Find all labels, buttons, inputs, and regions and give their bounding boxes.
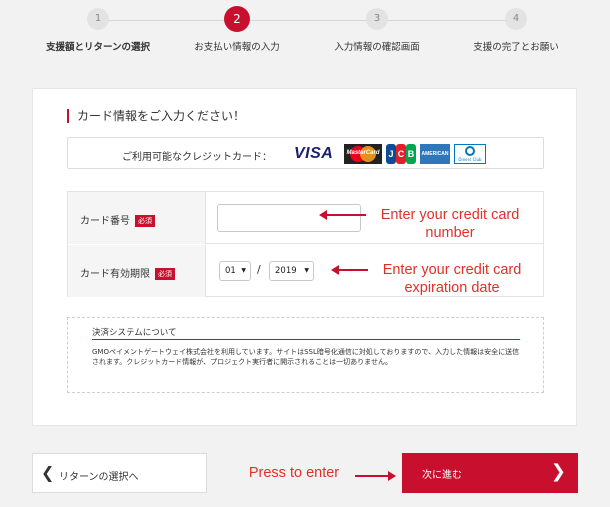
- expiry-year-select[interactable]: 2019 ▼: [269, 261, 314, 281]
- chevron-down-icon: ▼: [241, 267, 246, 274]
- expiry-year-value: 2019: [275, 266, 297, 276]
- step-4-number: 4: [505, 8, 527, 30]
- arrow-left-icon: [319, 210, 366, 220]
- step-1-number: 1: [87, 8, 109, 30]
- jcb-logo-c: C: [396, 144, 406, 164]
- diners-logo-icon: Diners Club: [454, 144, 486, 164]
- back-button[interactable]: ❮ リターンの選択へ: [32, 453, 207, 493]
- step-2-number: 2: [224, 6, 250, 32]
- card-number-label-wrap: カード番号 必須: [80, 212, 155, 227]
- card-number-label: カード番号: [80, 216, 130, 227]
- step-4-label: 支援の完了とお願い: [473, 42, 559, 53]
- submit-annotation: Press to enter: [248, 465, 340, 481]
- payment-system-info: 決済システムについて GMOペイメントゲートウェイ株式会社を利用しています。サイ…: [67, 317, 544, 393]
- step-3: 3 入力情報の確認画面: [302, 8, 452, 53]
- payment-card-panel: カード情報をご入力ください！ ご利用可能なクレジットカード： VISA Mast…: [32, 88, 577, 426]
- expiry-label-wrap: カード有効期限 必須: [80, 265, 175, 280]
- info-divider: [92, 339, 520, 340]
- accepted-cards-label: ご利用可能なクレジットカード：: [122, 152, 272, 163]
- arrow-right-icon: [355, 471, 396, 481]
- required-badge: 必須: [135, 215, 155, 227]
- jcb-logo-icon: J C B: [386, 144, 416, 164]
- info-body: GMOペイメントゲートウェイ株式会社を利用しています。サイトはSSL暗号化通信に…: [92, 348, 520, 366]
- step-4: 4 支援の完了とお願い: [441, 8, 591, 53]
- next-button-label: 次に進む: [422, 470, 462, 481]
- accepted-cards-box: ご利用可能なクレジットカード： VISA MasterCard J C B AM…: [67, 137, 544, 177]
- expiry-label-cell: カード有効期限 必須: [68, 245, 206, 297]
- step-2-label: お支払い情報の入力: [194, 42, 280, 53]
- mastercard-logo-icon: MasterCard: [344, 144, 382, 164]
- step-3-number: 3: [366, 8, 388, 30]
- card-logos: VISA MasterCard J C B AMERICAN EXPRESS D…: [294, 144, 486, 177]
- arrow-left-icon: [331, 265, 368, 275]
- chevron-down-icon: ▼: [304, 267, 309, 274]
- visa-logo-icon: VISA: [294, 145, 334, 162]
- card-number-label-cell: カード番号 必須: [68, 192, 206, 244]
- amex-logo-icon: AMERICAN EXPRESS: [420, 144, 450, 177]
- diners-logo-text: Diners Club: [458, 157, 482, 162]
- step-3-label: 入力情報の確認画面: [334, 42, 420, 53]
- step-2: 2 お支払い情報の入力: [162, 6, 312, 53]
- progress-stepper: 1 支援額とリターンの選択 2 お支払い情報の入力 3 入力情報の確認画面 4 …: [0, 0, 610, 70]
- step-1-label: 支援額とリターンの選択: [45, 42, 151, 53]
- expiry-label: カード有効期限: [80, 269, 150, 280]
- expiry-month-select[interactable]: 01 ▼: [219, 261, 251, 281]
- required-badge: 必須: [155, 268, 175, 280]
- expiry-separator: /: [257, 263, 261, 276]
- mastercard-logo-text: MasterCard: [346, 150, 380, 156]
- jcb-logo-j: J: [386, 144, 396, 164]
- next-button[interactable]: 次に進む ❯: [402, 453, 578, 493]
- info-title: 決済システムについて: [92, 328, 177, 338]
- card-number-annotation: Enter your credit card number: [380, 207, 520, 241]
- back-button-label: リターンの選択へ: [59, 472, 139, 483]
- section-title: カード情報をご入力ください！: [67, 109, 245, 123]
- expiry-month-value: 01: [225, 266, 236, 276]
- chevron-right-icon: ❯: [550, 461, 566, 482]
- chevron-left-icon: ❮: [41, 463, 55, 482]
- step-1: 1 支援額とリターンの選択: [23, 8, 173, 53]
- jcb-logo-b: B: [406, 144, 416, 164]
- card-number-input[interactable]: [217, 204, 361, 232]
- expiry-annotation: Enter your credit card expiration date: [382, 262, 522, 296]
